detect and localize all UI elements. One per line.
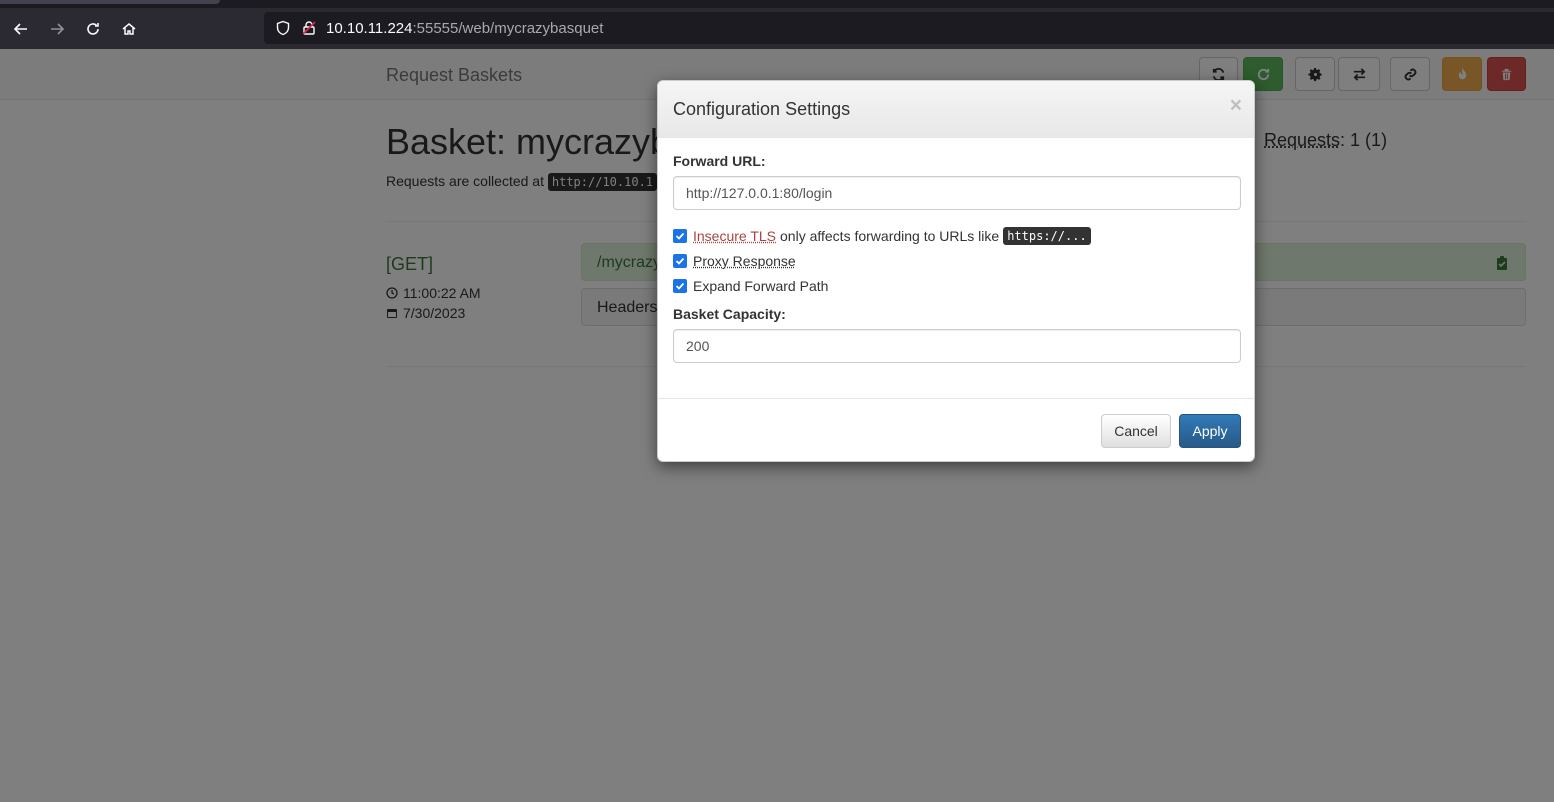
modal-title: Configuration Settings [673,99,1239,120]
modal-header: Configuration Settings × [658,81,1254,138]
forward-arrow-icon[interactable] [39,11,75,47]
expand-path-label[interactable]: Expand Forward Path [693,278,828,294]
modal-footer: Cancel Apply [658,398,1255,462]
modal-body: Forward URL: Insecure TLS only affects f… [658,138,1254,378]
proxy-response-row: Proxy Response [673,251,1239,271]
basket-capacity-label: Basket Capacity: [673,306,1239,322]
browser-toolbar: 10.10.11.224:55555/web/mycrazybasquet [0,8,1554,49]
url-bar[interactable]: 10.10.11.224:55555/web/mycrazybasquet [264,12,1554,44]
reload-icon[interactable] [75,11,111,47]
active-tab[interactable] [0,0,220,4]
forward-url-input[interactable] [673,176,1241,210]
config-settings-dialog: Configuration Settings × Forward URL: In… [657,80,1255,462]
expand-path-checkbox[interactable] [673,279,687,293]
insecure-tls-text: only affects forwarding to URLs like [780,228,999,244]
proxy-response-label[interactable]: Proxy Response [693,253,796,269]
forward-url-label: Forward URL: [673,153,1239,169]
url-host: 10.10.11.224 [326,20,412,37]
apply-button[interactable]: Apply [1179,414,1241,448]
insecure-lock-icon[interactable] [300,19,318,37]
back-arrow-icon[interactable] [3,11,39,47]
expand-path-row: Expand Forward Path [673,276,1239,296]
tab-strip [0,0,1554,8]
insecure-tls-row: Insecure TLS only affects forwarding to … [673,226,1239,246]
checkmark-icon [675,231,685,241]
cancel-button[interactable]: Cancel [1101,414,1171,448]
checkmark-icon [675,256,685,266]
proxy-response-checkbox[interactable] [673,254,687,268]
https-code-chip: https://... [1003,227,1090,245]
insecure-tls-checkbox[interactable] [673,229,687,243]
shield-icon[interactable] [274,19,292,37]
insecure-tls-link[interactable]: Insecure TLS [693,228,776,244]
close-icon[interactable]: × [1230,95,1242,116]
home-icon[interactable] [111,11,147,47]
checkmark-icon [675,281,685,291]
url-path: :55555/web/mycrazybasquet [412,20,603,37]
basket-capacity-input[interactable] [673,329,1241,363]
